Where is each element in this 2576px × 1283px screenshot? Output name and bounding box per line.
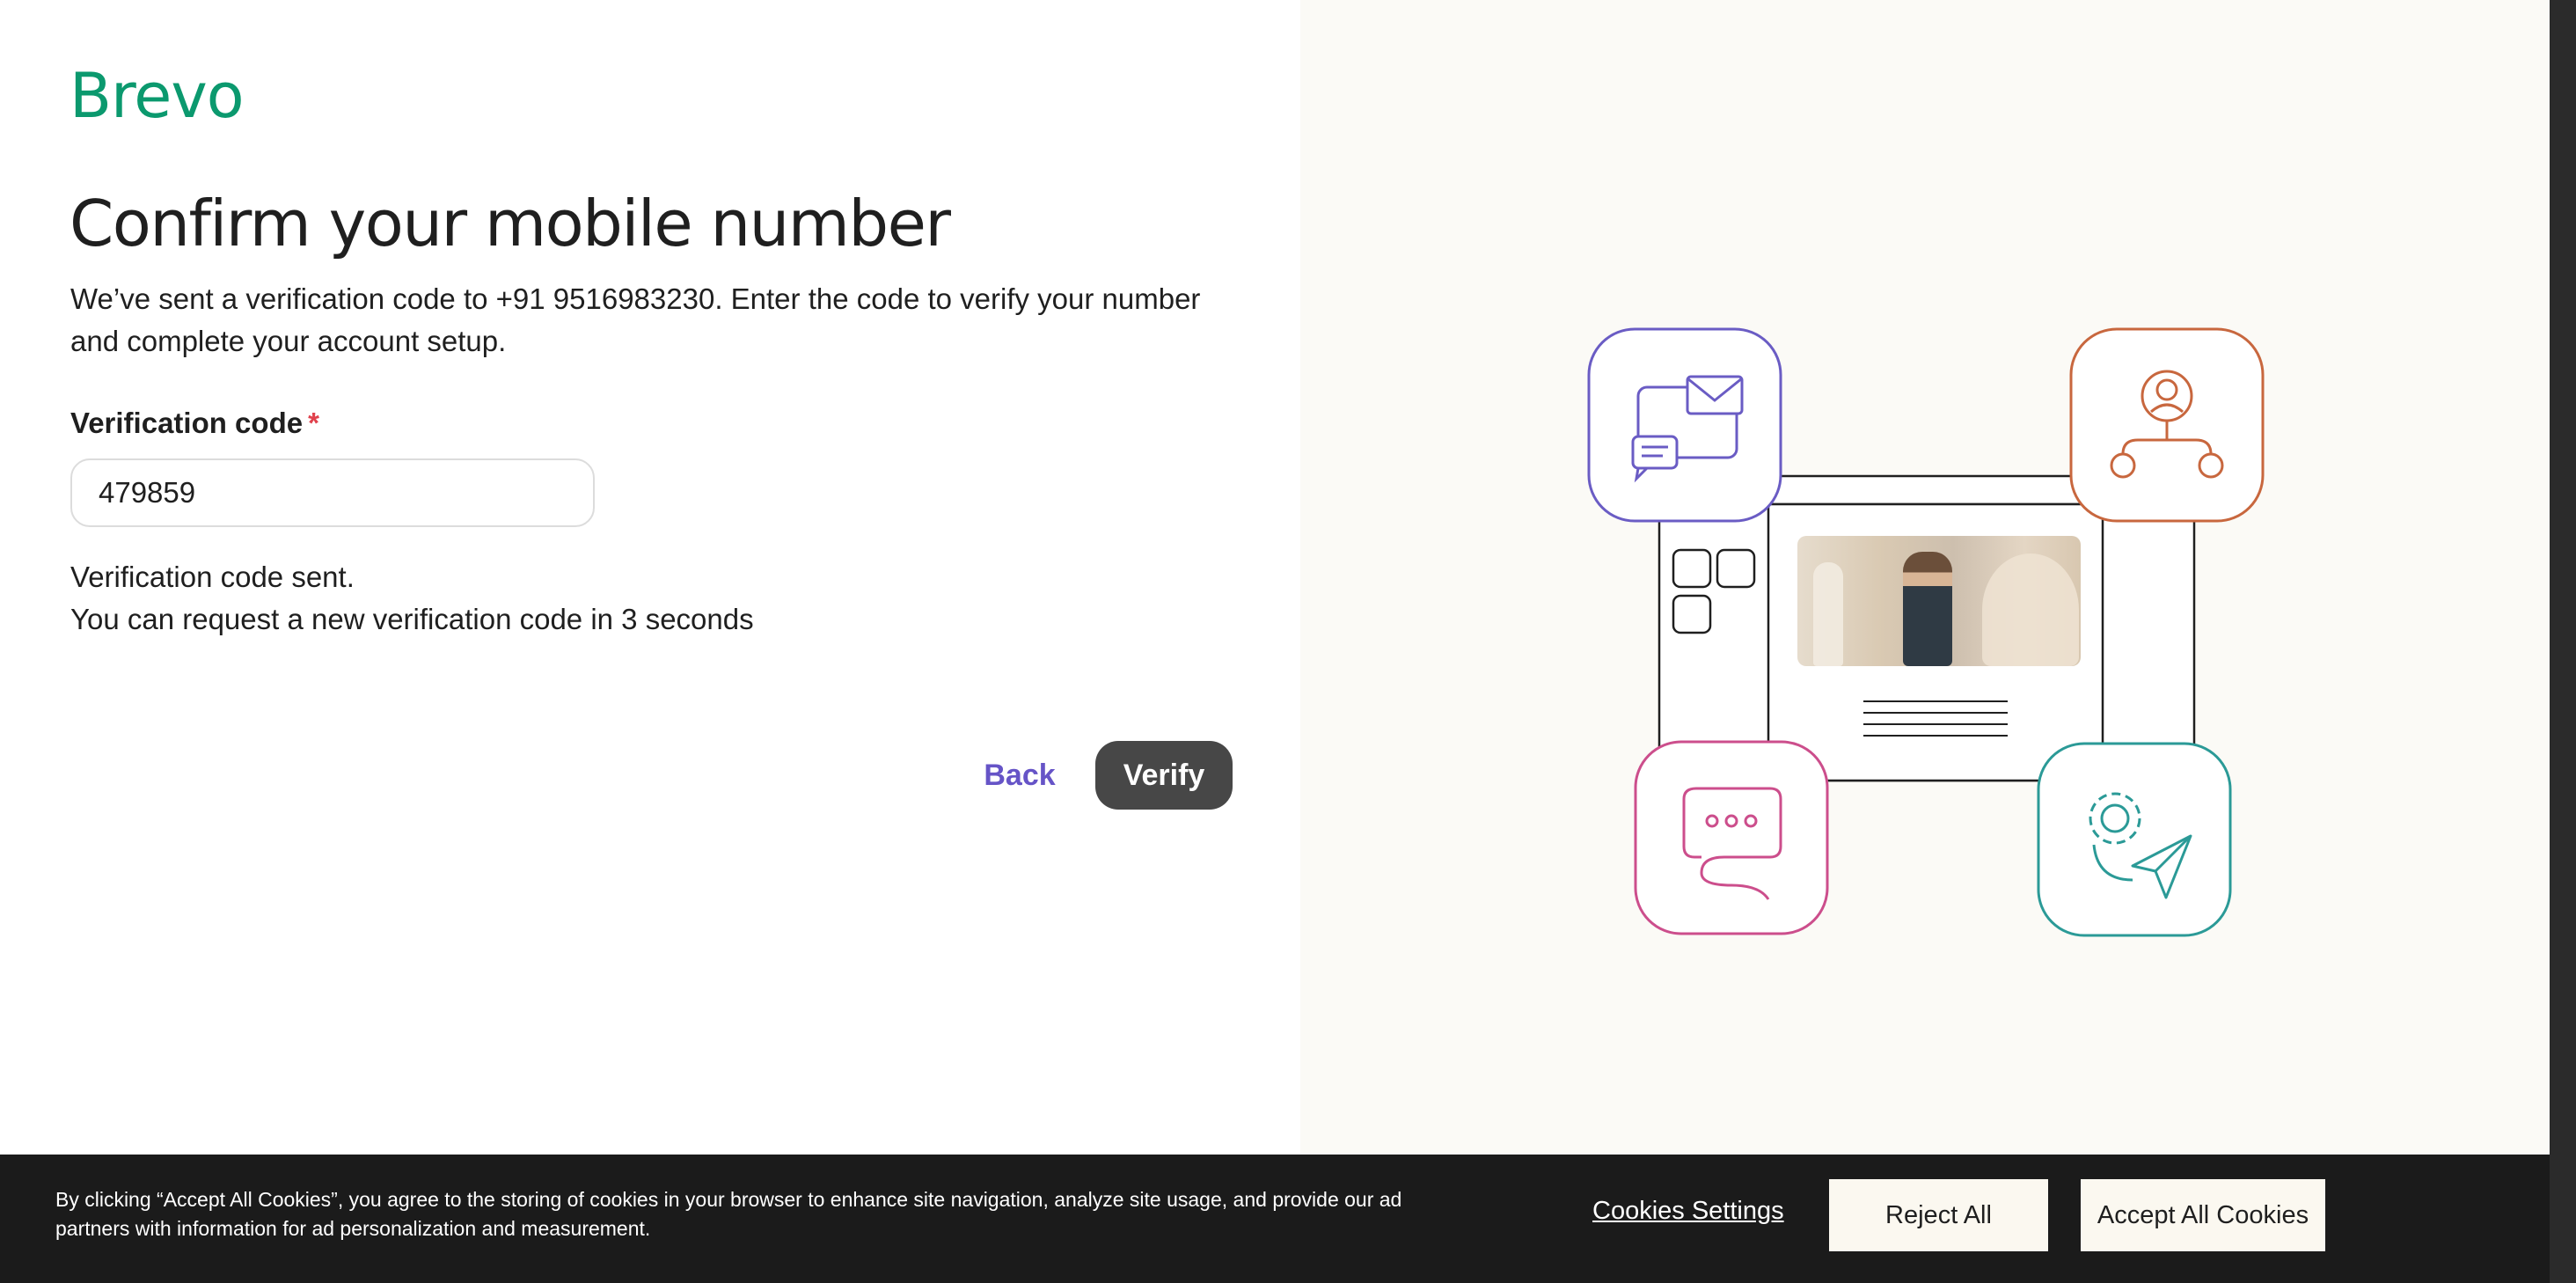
photo-foreground-blur — [1982, 554, 2079, 666]
team-photo — [1797, 536, 2081, 666]
status-line-sent: Verification code sent. — [70, 561, 355, 593]
accept-all-cookies-button[interactable]: Accept All Cookies — [2081, 1179, 2325, 1251]
left-panel: Brevo Confirm your mobile number We’ve s… — [0, 0, 1300, 1283]
back-button[interactable]: Back — [968, 741, 1072, 810]
verify-button[interactable]: Verify — [1095, 741, 1233, 810]
photo-mannequin — [1813, 562, 1843, 666]
status-message: Verification code sent. You can request … — [70, 556, 754, 641]
page-title: Confirm your mobile number — [70, 187, 951, 260]
scrollbar[interactable] — [2550, 0, 2576, 1283]
reject-all-button[interactable]: Reject All — [1829, 1179, 2048, 1251]
cookie-banner: By clicking “Accept All Cookies”, you ag… — [0, 1155, 2550, 1283]
email-chat-icon — [1587, 327, 1782, 523]
verification-code-label: Verification code * — [70, 407, 319, 440]
status-line-countdown: You can request a new verification code … — [70, 603, 754, 635]
cookie-banner-text: By clicking “Accept All Cookies”, you ag… — [55, 1188, 1402, 1240]
verification-code-label-text: Verification code — [70, 407, 304, 439]
brevo-logo[interactable]: Brevo — [70, 60, 245, 132]
verification-code-input[interactable] — [70, 458, 595, 527]
required-marker: * — [308, 407, 319, 439]
page-description: We’ve sent a verification code to +91 95… — [70, 282, 1201, 357]
speech-bubble-icon — [1634, 740, 1829, 935]
cookies-settings-button[interactable]: Cookies Settings — [1592, 1197, 1784, 1226]
photo-person — [1903, 552, 1952, 666]
user-network-icon — [2069, 327, 2265, 523]
gear-send-icon — [2037, 742, 2232, 937]
